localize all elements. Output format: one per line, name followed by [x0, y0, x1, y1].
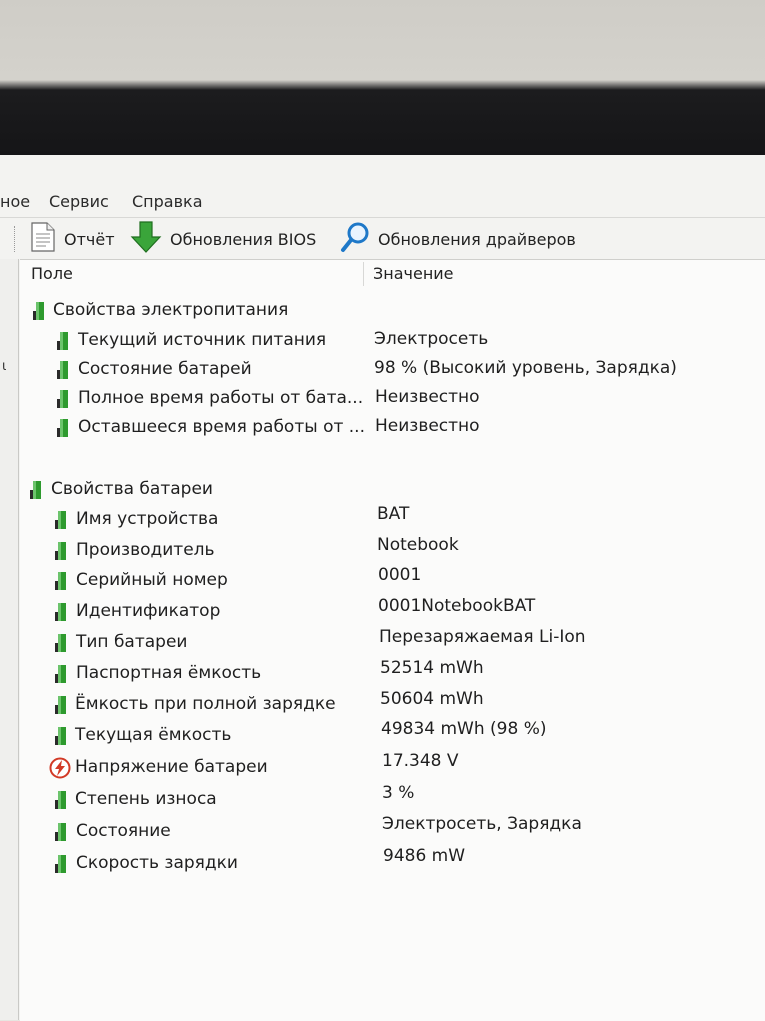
battery-icon — [53, 541, 71, 566]
field-value: 0001NotebookBAT — [378, 596, 536, 616]
toolbar-grip — [14, 226, 17, 252]
column-header-field[interactable]: Поле — [31, 260, 73, 288]
details-list[interactable]: Поле Значение Свойства электропитания Те… — [20, 259, 765, 1021]
table-row[interactable]: Напряжение батареи 17.348 V — [20, 751, 765, 784]
tree-fragment: ι — [2, 359, 7, 374]
monitor-bezel — [0, 0, 765, 155]
battery-icon — [53, 510, 71, 535]
battery-icon — [53, 726, 71, 751]
field-name: Имя устройства — [76, 509, 219, 529]
report-button[interactable]: Отчёт — [30, 222, 115, 256]
battery-icon — [53, 854, 71, 879]
table-row[interactable]: Оставшееся время работы от ... Неизвестн… — [20, 413, 765, 443]
bios-update-label: Обновления BIOS — [170, 229, 317, 249]
battery-icon — [53, 822, 71, 847]
table-row[interactable]: Тип батареи Перезаряжаемая Li-Ion — [20, 627, 765, 658]
field-name: Идентификатор — [76, 601, 221, 621]
table-row[interactable]: Производитель Notebook — [20, 535, 765, 566]
field-value: 52514 mWh — [380, 658, 484, 678]
field-name: Напряжение батареи — [75, 757, 268, 777]
field-value: BAT — [377, 504, 410, 524]
column-divider[interactable] — [363, 262, 364, 286]
table-row[interactable]: Скорость зарядки 9486 mW — [20, 846, 765, 879]
voltage-icon — [49, 757, 71, 784]
battery-icon — [53, 571, 71, 596]
field-value: 49834 mWh (98 %) — [381, 719, 547, 739]
battery-icon — [53, 695, 71, 720]
column-header-value[interactable]: Значение — [373, 260, 454, 288]
toolbar: Отчёт Обновления BIOS Обновления драйвер… — [0, 217, 765, 260]
field-value: 3 % — [382, 783, 415, 803]
table-row[interactable]: Текущий источник питания Электросеть — [20, 326, 765, 356]
section-title: Свойства электропитания — [53, 300, 289, 320]
field-name: Оставшееся время работы от ... — [78, 417, 365, 437]
driver-update-button[interactable]: Обновления драйверов — [340, 222, 576, 256]
field-value: Электросеть — [374, 329, 489, 349]
down-arrow-icon — [130, 221, 162, 257]
report-icon — [30, 222, 56, 256]
section-header-battery[interactable]: Свойства батареи — [20, 475, 765, 505]
table-row[interactable]: Состояние Электросеть, Зарядка — [20, 814, 765, 847]
driver-update-label: Обновления драйверов — [378, 229, 576, 249]
battery-icon — [55, 360, 73, 385]
report-label: Отчёт — [64, 229, 115, 249]
table-row[interactable]: Паспортная ёмкость 52514 mWh — [20, 658, 765, 689]
field-value: 9486 mW — [383, 846, 466, 866]
field-name: Тип батареи — [76, 632, 188, 652]
field-name: Состояние — [76, 821, 171, 841]
battery-icon — [53, 602, 71, 627]
field-value: 17.348 V — [382, 751, 459, 771]
menu-item-partial[interactable]: ное — [0, 192, 30, 211]
menu-item-service[interactable]: Сервис — [49, 192, 109, 211]
battery-icon — [53, 633, 71, 658]
field-value: Неизвестно — [375, 416, 480, 436]
search-icon — [340, 221, 370, 257]
field-value: Неизвестно — [375, 387, 480, 407]
battery-icon — [55, 331, 73, 356]
section-title: Свойства батареи — [51, 479, 213, 499]
field-value: Notebook — [377, 535, 459, 555]
table-row[interactable]: Состояние батарей 98 % (Высокий уровень,… — [20, 355, 765, 385]
menu-item-help[interactable]: Справка — [132, 192, 203, 211]
battery-icon — [53, 790, 71, 815]
field-value: 0001 — [378, 565, 422, 585]
field-name: Паспортная ёмкость — [76, 663, 262, 683]
field-value: 50604 mWh — [380, 689, 484, 709]
field-name: Ёмкость при полной зарядке — [75, 694, 336, 714]
field-name: Скорость зарядки — [76, 853, 238, 873]
navigation-pane-edge[interactable]: ι — [0, 259, 19, 1020]
field-name: Текущая ёмкость — [75, 725, 232, 745]
field-name: Серийный номер — [76, 570, 228, 590]
field-name: Текущий источник питания — [78, 330, 327, 350]
table-row[interactable]: Степень износа 3 % — [20, 783, 765, 815]
table-row[interactable]: Имя устройства BAT — [20, 504, 765, 535]
table-row[interactable]: Текущая ёмкость 49834 mWh (98 %) — [20, 719, 765, 751]
section-header-power[interactable]: Свойства электропитания — [20, 296, 765, 326]
battery-icon — [53, 664, 71, 689]
menu-bar: ное Сервис Справка — [0, 190, 765, 216]
bios-update-button[interactable]: Обновления BIOS — [130, 221, 317, 257]
battery-icon — [55, 418, 73, 443]
battery-icon — [55, 389, 73, 414]
field-name: Состояние батарей — [78, 359, 252, 379]
field-name: Производитель — [76, 540, 215, 560]
app-window: ное Сервис Справка Отчёт Обновления BIOS… — [0, 155, 765, 1021]
field-value: Электросеть, Зарядка — [382, 814, 582, 834]
field-name: Полное время работы от бата... — [78, 388, 364, 408]
table-row[interactable]: Серийный номер 0001 — [20, 565, 765, 596]
table-row[interactable]: Ёмкость при полной зарядке 50604 mWh — [20, 689, 765, 720]
field-value: Перезаряжаемая Li-Ion — [379, 627, 586, 647]
table-row[interactable]: Полное время работы от бата... Неизвестн… — [20, 384, 765, 414]
field-name: Степень износа — [75, 789, 217, 809]
battery-icon — [31, 301, 49, 326]
battery-icon — [28, 480, 46, 505]
field-value: 98 % (Высокий уровень, Зарядка) — [374, 358, 677, 378]
table-row[interactable]: Идентификатор 0001NotebookBAT — [20, 596, 765, 627]
